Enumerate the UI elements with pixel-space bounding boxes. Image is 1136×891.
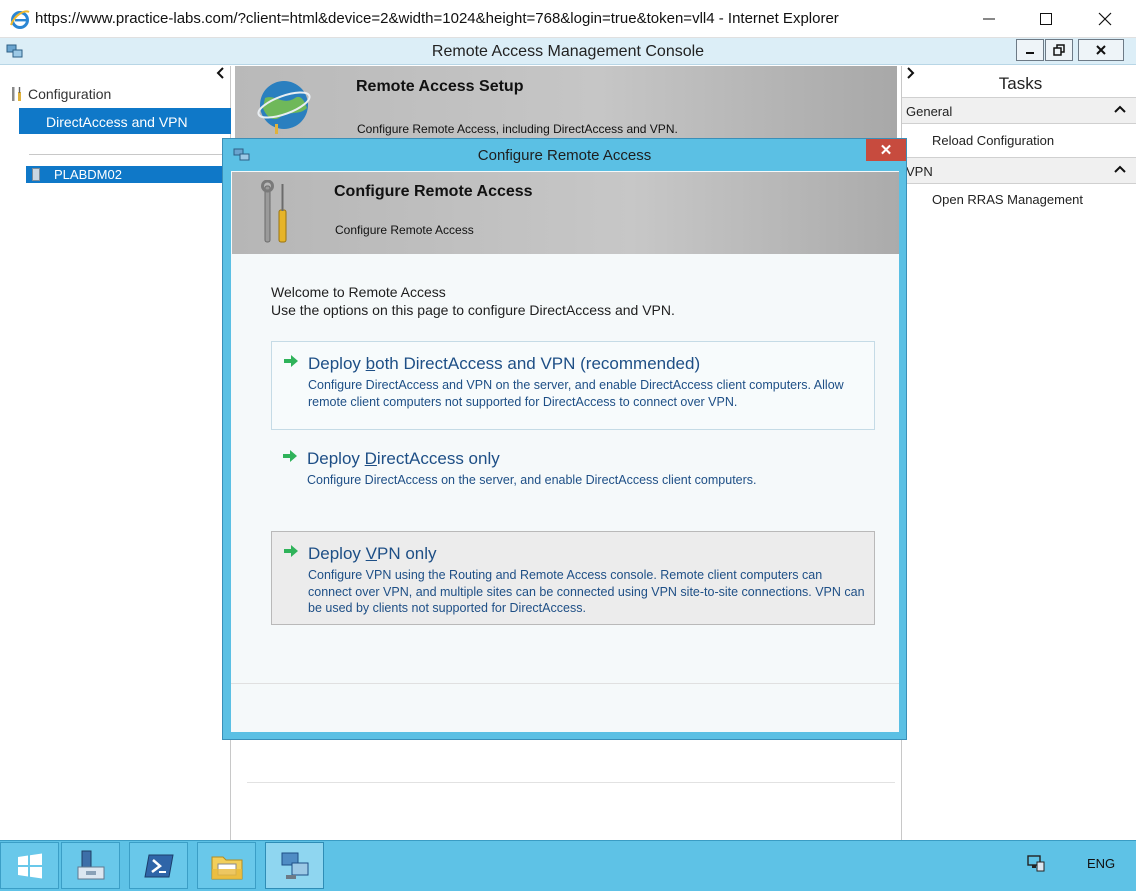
minimize-icon <box>983 18 995 20</box>
green-arrow-icon <box>284 355 298 367</box>
task-reload-configuration[interactable]: Reload Configuration <box>932 133 1054 148</box>
console-title-bar: Remote Access Management Console <box>0 38 1136 65</box>
server-icon <box>32 168 40 181</box>
start-icon <box>17 853 42 878</box>
configure-remote-access-dialog: Configure Remote Access ✕ Configure Remo… <box>222 138 907 740</box>
minimize-button[interactable] <box>966 4 1012 34</box>
dialog-banner: Configure Remote Access Configure Remote… <box>232 172 899 254</box>
welcome-instructions: Use the options on this page to configur… <box>271 302 675 318</box>
maximize-icon <box>1040 13 1052 25</box>
option-deploy-both[interactable]: Deploy both DirectAccess and VPN (recomm… <box>271 341 875 430</box>
nav-divider <box>29 154 224 155</box>
taskbar-powershell[interactable] <box>129 842 188 889</box>
nav-item-directaccess-vpn[interactable]: DirectAccess and VPN <box>19 108 231 134</box>
taskbar-file-explorer[interactable] <box>197 842 256 889</box>
tasks-group-vpn[interactable]: VPN <box>902 157 1136 184</box>
option-title: Deploy both DirectAccess and VPN (recomm… <box>308 354 701 373</box>
navigation-pane: Configuration DirectAccess and VPN PLABD… <box>0 66 231 840</box>
welcome-heading: Welcome to Remote Access <box>271 284 446 300</box>
dialog-close-button[interactable]: ✕ <box>866 139 906 161</box>
dialog-banner-desc: Configure Remote Access <box>335 223 474 237</box>
nav-configuration-label: Configuration <box>28 86 112 102</box>
taskbar: ENG <box>0 840 1136 891</box>
input-language-indicator[interactable]: ENG <box>1087 856 1115 871</box>
tasks-group-label: VPN <box>906 164 933 179</box>
console-minimize-button[interactable] <box>1016 39 1044 61</box>
console-title: Remote Access Management Console <box>431 43 705 60</box>
internet-explorer-icon <box>10 10 30 29</box>
server-name: PLABDM02 <box>54 167 122 182</box>
option-deploy-directaccess[interactable]: Deploy DirectAccess only Configure Direc… <box>271 437 875 497</box>
setup-banner-desc: Configure Remote Access, including Direc… <box>357 122 678 136</box>
setup-banner: Remote Access Setup Configure Remote Acc… <box>235 66 897 144</box>
chevron-up-icon <box>1114 165 1126 173</box>
tasks-group-label: General <box>906 104 953 119</box>
collapse-left-pane-button[interactable] <box>215 66 225 85</box>
taskbar-remote-access-console[interactable] <box>265 842 324 889</box>
chevron-left-icon <box>216 67 224 79</box>
powershell-icon <box>143 854 174 877</box>
dialog-title: Configure Remote Access <box>477 147 652 164</box>
chevron-up-icon <box>1114 105 1126 113</box>
file-explorer-icon <box>211 856 242 879</box>
remote-access-console-icon <box>281 852 308 879</box>
welcome-text: Welcome to Remote Access Use the options… <box>271 283 675 319</box>
tasks-title: Tasks <box>998 74 1043 93</box>
close-icon <box>1098 12 1112 26</box>
console-restore-button[interactable] <box>1045 39 1073 61</box>
option-title: Deploy VPN only <box>308 544 437 563</box>
minimize-icon <box>1026 52 1034 54</box>
tasks-group-general[interactable]: General <box>902 97 1136 124</box>
close-window-button[interactable] <box>1082 4 1128 34</box>
green-arrow-icon <box>283 450 297 462</box>
option-description: Configure VPN using the Routing and Remo… <box>308 568 865 615</box>
dialog-body: Configure Remote Access Configure Remote… <box>231 171 899 732</box>
nav-configuration[interactable]: Configuration <box>10 86 111 102</box>
option-description: Configure DirectAccess and VPN on the se… <box>308 378 844 409</box>
tools-icon <box>12 87 21 101</box>
setup-banner-title: Remote Access Setup <box>356 78 524 95</box>
content-divider <box>247 782 895 783</box>
network-tray-icon[interactable] <box>1027 854 1045 872</box>
green-arrow-icon <box>284 545 298 557</box>
option-description: Configure DirectAccess on the server, an… <box>307 473 757 487</box>
start-button[interactable] <box>0 842 59 889</box>
nav-item-server[interactable]: PLABDM02 <box>26 166 231 183</box>
close-icon <box>1096 45 1106 55</box>
browser-title-bar: https://www.practice-labs.com/?client=ht… <box>0 0 1136 38</box>
dialog-footer-divider <box>231 683 899 684</box>
dialog-banner-title: Configure Remote Access <box>334 183 533 200</box>
restore-icon <box>1053 44 1065 56</box>
task-open-rras-management[interactable]: Open RRAS Management <box>932 192 1083 207</box>
tools-icon <box>261 180 287 243</box>
tasks-pane: Tasks General Reload Configuration VPN O… <box>901 66 1136 840</box>
server-manager-icon <box>77 850 104 879</box>
taskbar-server-manager[interactable] <box>61 842 120 889</box>
globe-icon <box>257 81 311 134</box>
console-close-button[interactable] <box>1078 39 1124 61</box>
maximize-button[interactable] <box>1023 4 1069 34</box>
option-deploy-vpn[interactable]: Deploy VPN only Configure VPN using the … <box>271 531 875 625</box>
browser-title: https://www.practice-labs.com/?client=ht… <box>35 10 839 27</box>
option-title: Deploy DirectAccess only <box>307 449 500 468</box>
